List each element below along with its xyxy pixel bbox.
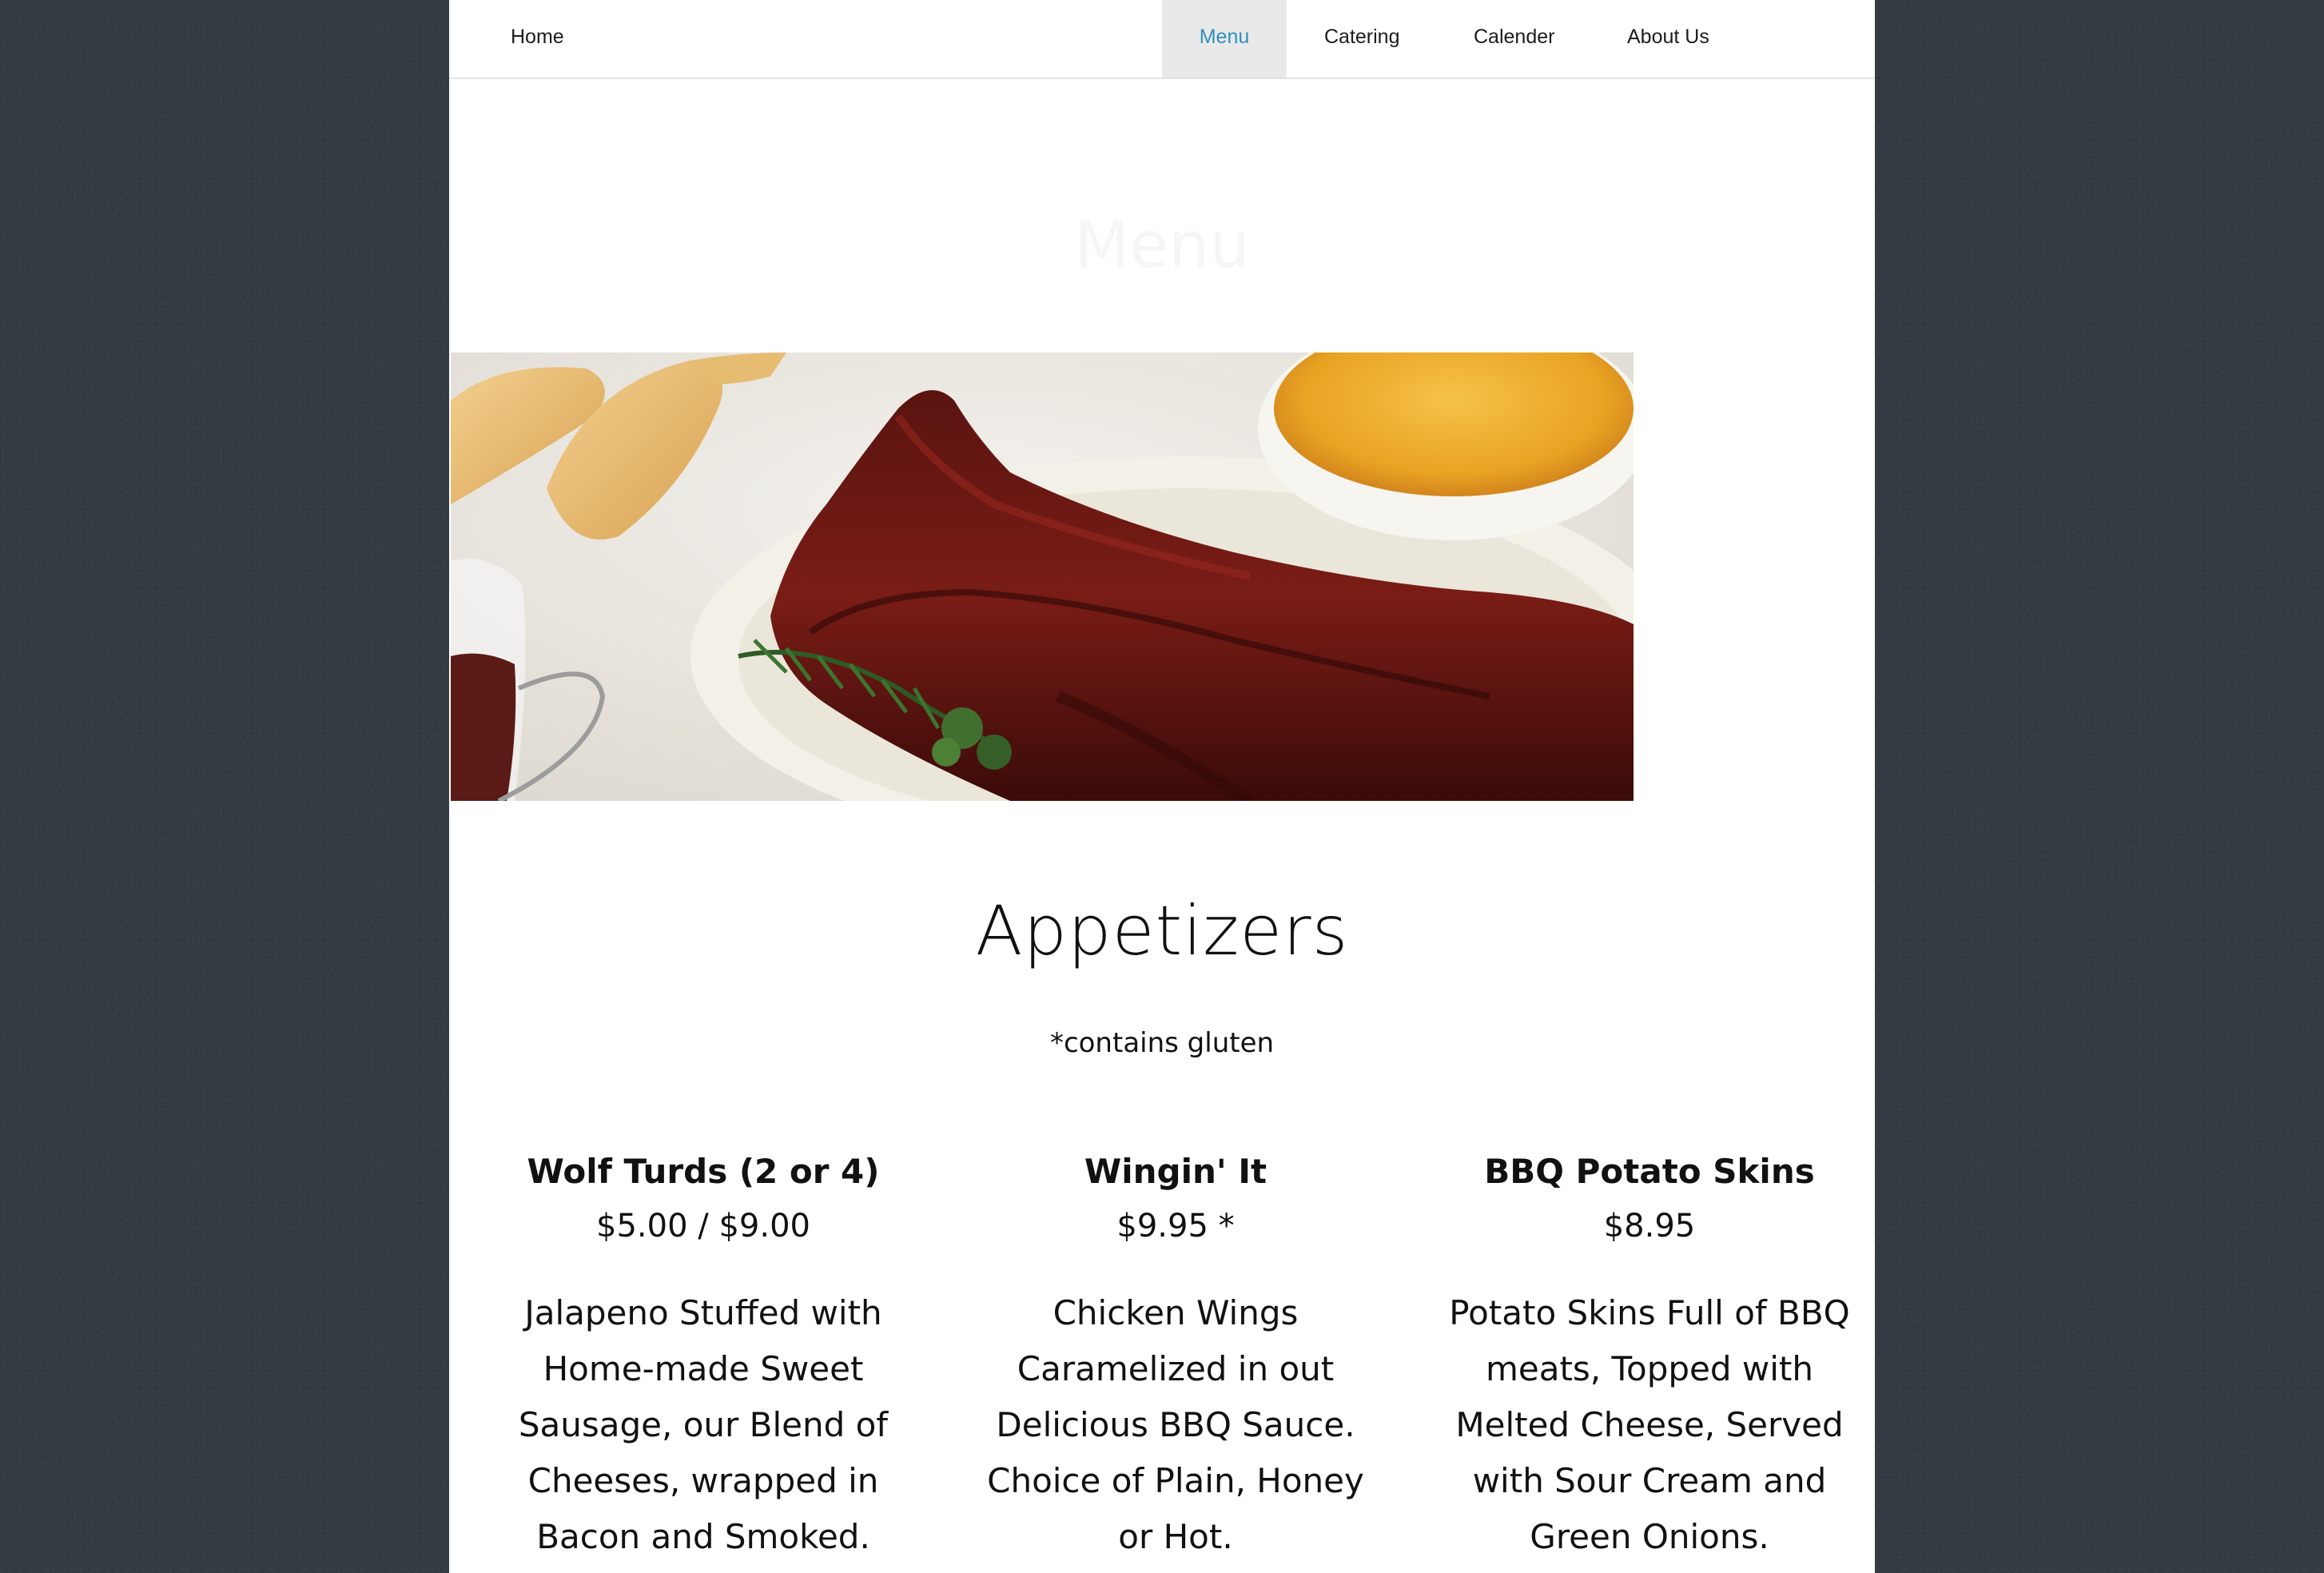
item-name: Wingin' It [1084,1152,1267,1191]
item-price: $5.00 / $9.00 [596,1208,810,1244]
menu-item: Wolf Turds (2 or 4) $5.00 / $9.00 Jalape… [495,1148,911,1565]
item-description: Potato Skins Full of BBQ meats, Topped w… [1449,1293,1850,1556]
item-name: Wolf Turds (2 or 4) [527,1152,880,1191]
nav-calender[interactable]: Calender [1474,0,1554,78]
nav-menu[interactable]: Menu [1162,0,1287,78]
nav-home[interactable]: Home [511,0,564,78]
item-description: Jalapeno Stuffed with Home-made Sweet Sa… [518,1293,889,1556]
section-title: Appetizers [975,891,1349,971]
menu-item: Wingin' It $9.95 * Chicken Wings Caramel… [968,1148,1383,1565]
menu-item: BBQ Potato Skins $8.95 Potato Skins Full… [1442,1148,1857,1565]
item-price: $9.95 * [1116,1208,1235,1244]
item-price: $8.95 [1603,1208,1696,1244]
top-navigation: Home Menu Catering Calender About Us [449,0,1875,79]
hero-food-image [451,352,1634,801]
gluten-note: *contains gluten [1049,1027,1275,1059]
page-content: Home Menu Catering Calender About Us Men… [449,0,1875,1573]
nav-catering[interactable]: Catering [1324,0,1400,78]
nav-about-us[interactable]: About Us [1627,0,1709,78]
hero-title: Menu [1074,208,1250,282]
item-name: BBQ Potato Skins [1484,1152,1815,1191]
item-description: Chicken Wings Caramelized in out Delicio… [987,1293,1364,1556]
